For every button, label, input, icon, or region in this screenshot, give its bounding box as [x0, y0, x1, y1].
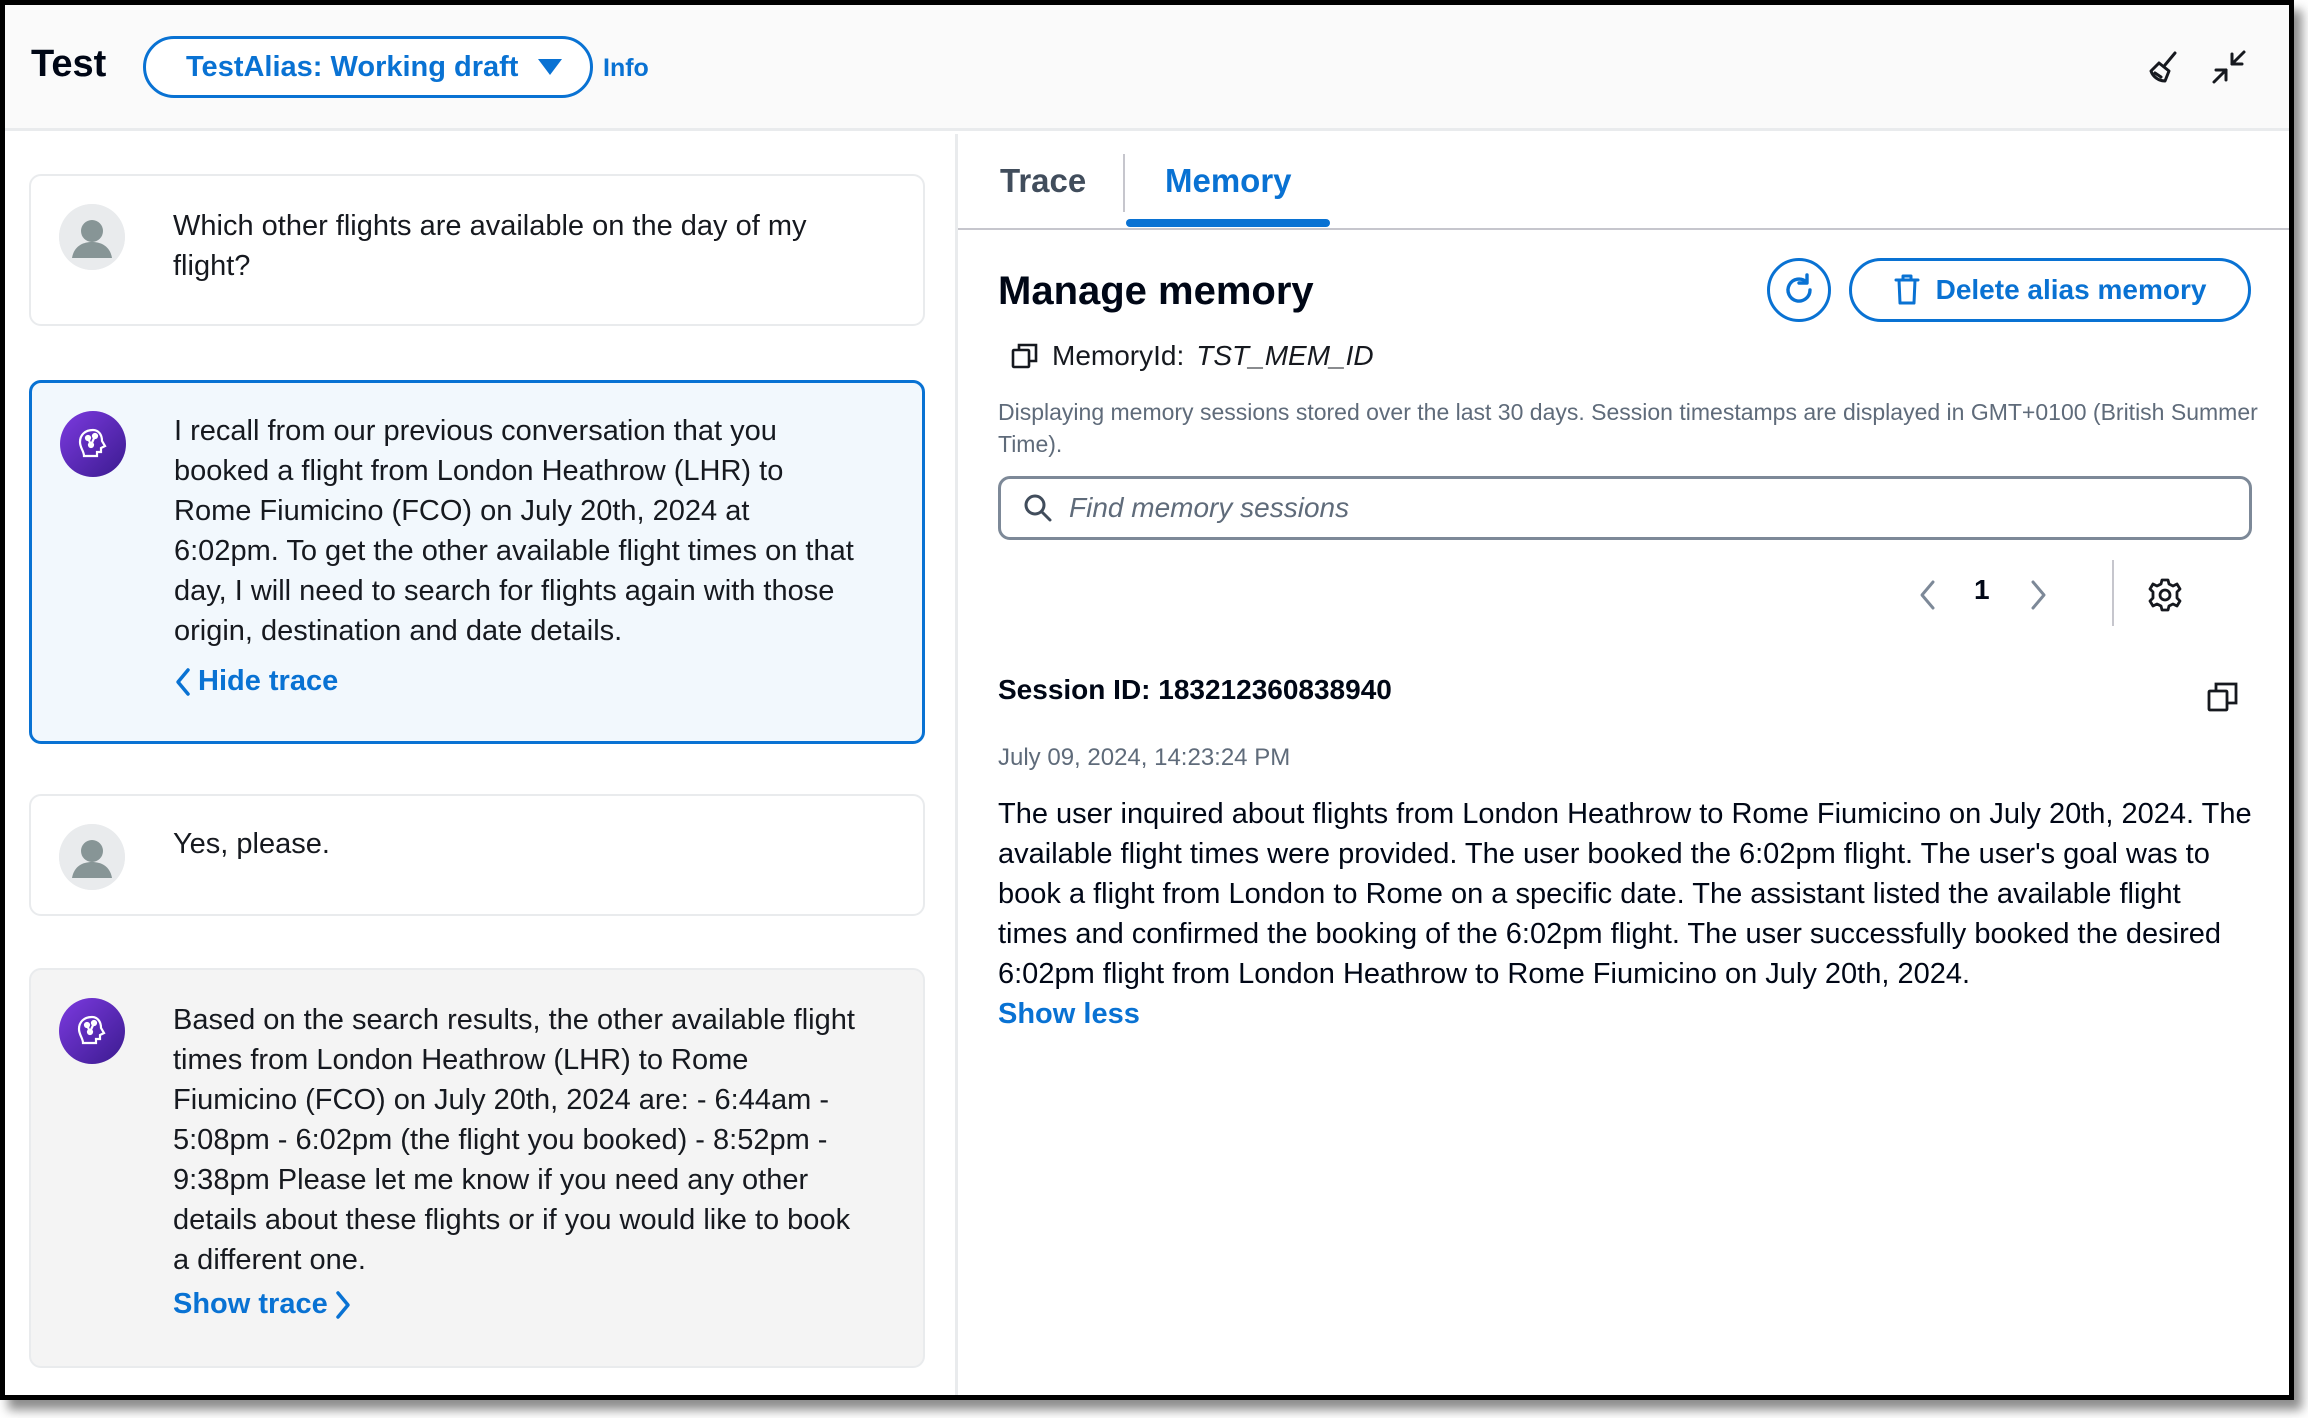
session-timestamp: July 09, 2024, 14:23:24 PM: [998, 744, 1291, 771]
message-text: I recall from our previous conversation …: [174, 415, 854, 647]
page-number[interactable]: 1: [1974, 574, 1990, 606]
chevron-left-icon: [176, 667, 190, 696]
chat-panel: Which other flights are available on the…: [5, 134, 955, 1395]
chevron-left-icon: [1920, 580, 1935, 610]
user-avatar-icon: [59, 824, 125, 890]
copy-icon[interactable]: [1010, 341, 1040, 371]
copy-session-button[interactable]: [2206, 680, 2246, 720]
next-page-button[interactable]: [2018, 570, 2058, 620]
tab-bar: Trace Memory: [958, 134, 2289, 230]
memory-id: MemoryId: TST_MEM_ID: [1010, 340, 1374, 372]
show-less-link[interactable]: Show less: [998, 998, 1140, 1031]
memory-id-value: TST_MEM_ID: [1196, 340, 1374, 371]
search-icon: [1024, 494, 1052, 522]
message-text: Which other flights are available on the…: [173, 210, 807, 282]
chat-message-user: Yes, please.: [29, 794, 925, 916]
session-summary: The user inquired about flights from Lon…: [998, 798, 2252, 990]
header: Test TestAlias: Working draft Info: [5, 5, 2289, 131]
message-text: Yes, please.: [173, 828, 330, 860]
test-window: Test TestAlias: Working draft Info Which…: [0, 0, 2294, 1400]
info-link[interactable]: Info: [603, 54, 649, 83]
agent-avatar-icon: [60, 411, 126, 477]
alias-selector[interactable]: TestAlias: Working draft: [143, 36, 593, 98]
active-tab-indicator: [1126, 219, 1330, 227]
chat-message-user: Which other flights are available on the…: [29, 174, 925, 326]
pagination-separator: [2112, 560, 2114, 626]
settings-button[interactable]: [2140, 570, 2190, 620]
caret-down-icon: [538, 59, 563, 75]
agent-avatar-icon: [59, 998, 125, 1064]
refresh-icon: [1786, 273, 1812, 303]
trash-icon: [1894, 274, 1920, 305]
tab-trace[interactable]: Trace: [1000, 162, 1086, 200]
trace-link-label: Hide trace: [198, 665, 339, 697]
chat-message-agent[interactable]: I recall from our previous conversation …: [29, 380, 925, 744]
section-title: Manage memory: [998, 269, 1314, 313]
collapse-icon[interactable]: [2207, 45, 2251, 89]
tab-memory[interactable]: Memory: [1165, 162, 1292, 200]
memory-panel: Trace Memory Manage memory Delete alias …: [958, 134, 2289, 1395]
chevron-right-icon: [335, 1290, 350, 1319]
delete-alias-memory-button[interactable]: Delete alias memory: [1849, 258, 2251, 322]
chevron-right-icon: [2031, 580, 2046, 610]
memory-id-label: MemoryId:: [1052, 340, 1185, 371]
user-avatar-icon: [59, 204, 125, 270]
alias-selector-label: TestAlias: Working draft: [186, 50, 519, 83]
message-text: Based on the search results, the other a…: [173, 1004, 855, 1276]
tab-separator: [1123, 154, 1125, 212]
gear-icon: [2148, 578, 2182, 612]
trace-link-label: Show trace: [173, 1288, 328, 1320]
chat-message-agent[interactable]: Based on the search results, the other a…: [29, 968, 925, 1368]
hide-trace-link[interactable]: Hide trace: [174, 665, 338, 698]
previous-page-button[interactable]: [1908, 570, 1948, 620]
copy-icon: [2207, 682, 2238, 712]
show-trace-link[interactable]: Show trace: [173, 1288, 352, 1321]
search-input[interactable]: [1069, 492, 2249, 524]
session-id: Session ID: 183212360838940: [998, 674, 1392, 705]
memory-description: Displaying memory sessions stored over t…: [998, 399, 2258, 457]
page-title: Test: [31, 43, 107, 85]
broom-clear-icon[interactable]: [2143, 45, 2187, 89]
search-box[interactable]: [998, 476, 2252, 540]
refresh-button[interactable]: [1767, 258, 1831, 322]
delete-button-label: Delete alias memory: [1935, 274, 2207, 305]
